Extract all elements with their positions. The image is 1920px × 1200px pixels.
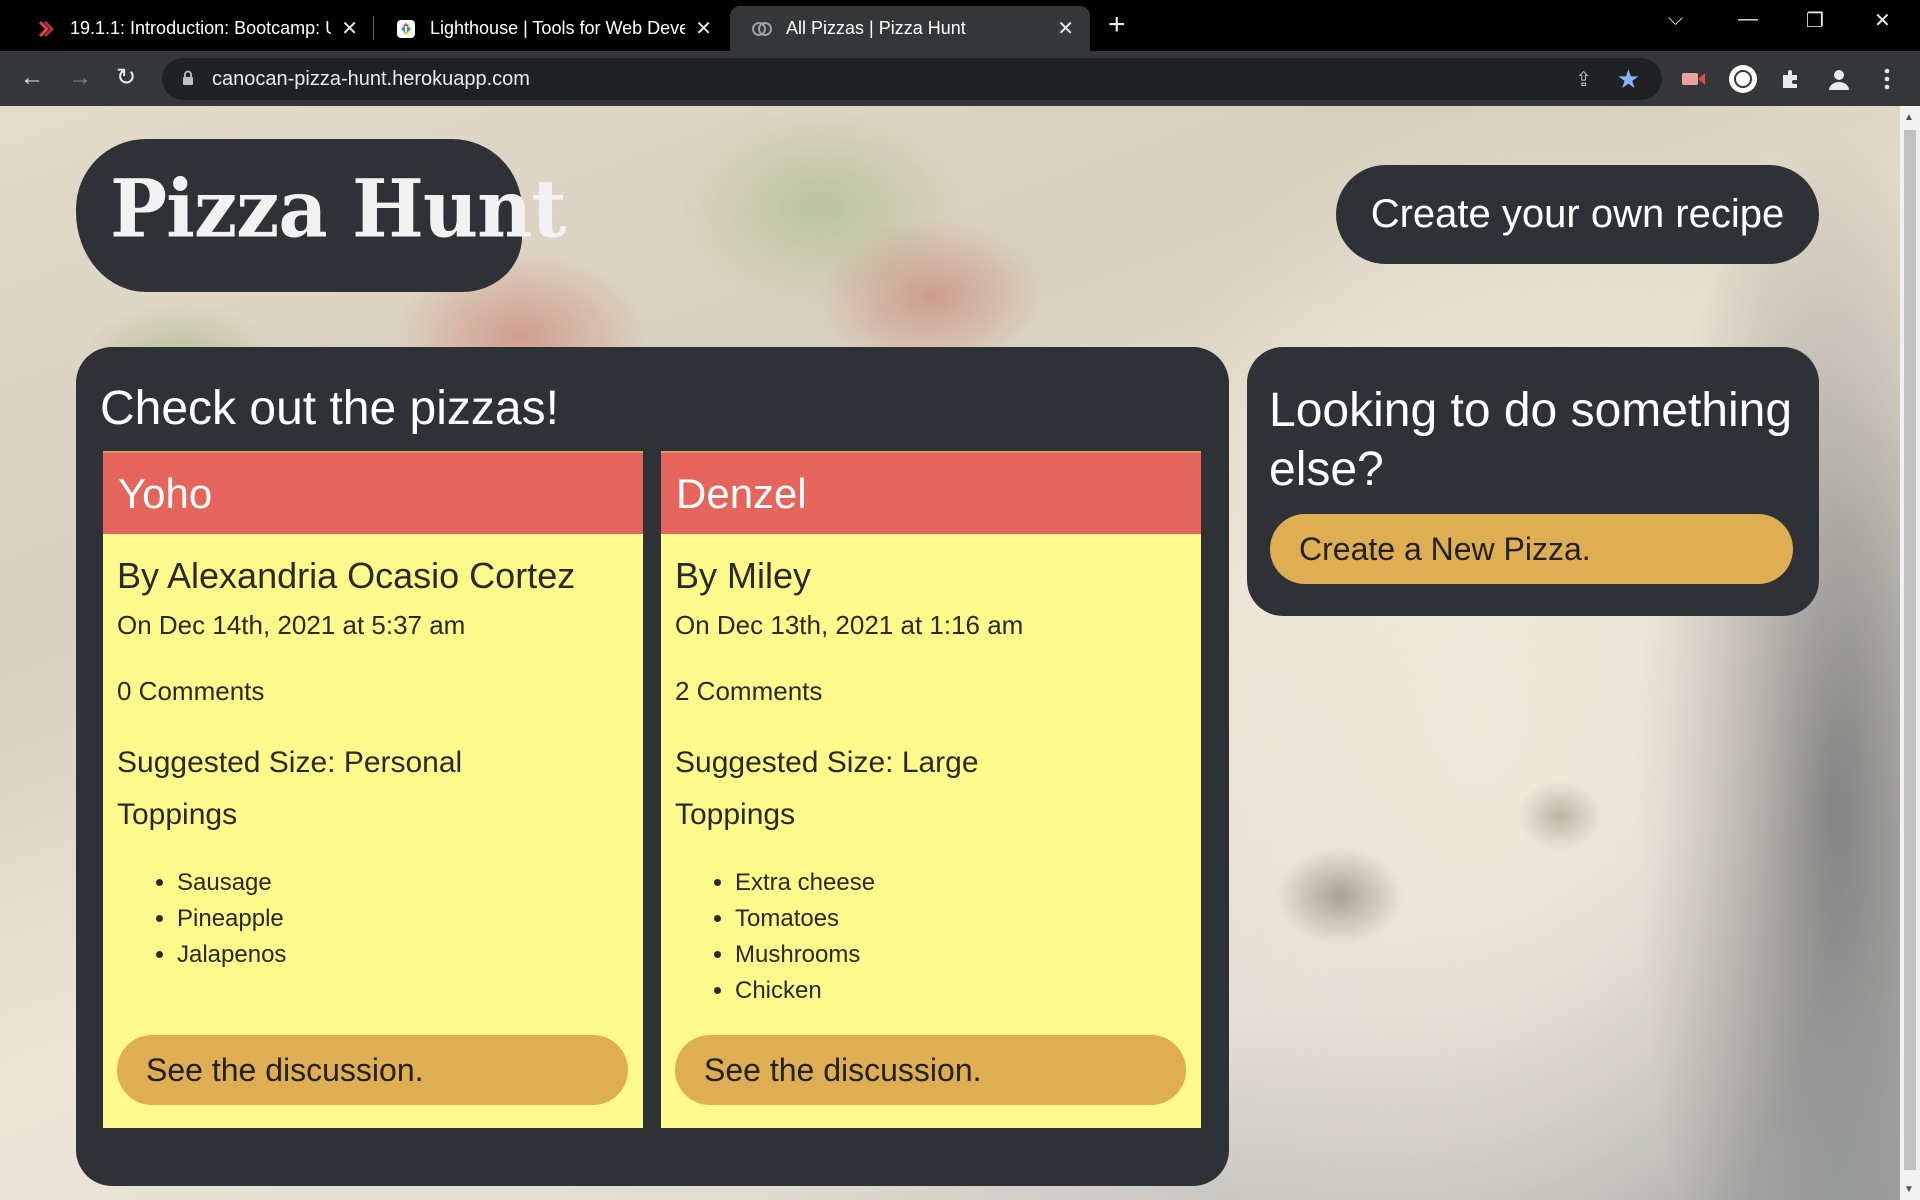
extensions-puzzle-icon[interactable] [1776, 64, 1806, 94]
forward-arrow-icon[interactable]: → [68, 63, 92, 93]
tab-strip: 19.1.1: Introduction: Bootcamp: UCB-VIRT… [0, 0, 1920, 51]
close-icon[interactable]: ✕ [695, 16, 712, 41]
pizza-date: On Dec 13th, 2021 at 1:16 am [675, 610, 1024, 640]
pizza-suggested-size: Suggested Size: Personal [117, 746, 463, 779]
pizza-card: Yoho By Alexandria Ocasio Cortez On Dec … [103, 451, 643, 1128]
bootcamp-icon [36, 19, 56, 39]
pizza-list-panel: Check out the pizzas! Yoho By Alexandria… [76, 347, 1229, 1186]
extension-icon[interactable] [1678, 64, 1708, 94]
pizza-comments-count: 0 Comments [117, 676, 265, 706]
site-logo[interactable]: Pizza Hunt [110, 162, 566, 255]
tab-bootcamp[interactable]: 19.1.1: Introduction: Bootcamp: UCB-VIRT… [14, 6, 374, 51]
tab-title: Lighthouse | Tools for Web Developers [430, 18, 686, 38]
toppings-heading: Toppings [675, 798, 796, 831]
pizza-comments-count: 2 Comments [675, 676, 823, 706]
topping-item: Mushrooms [735, 941, 875, 977]
side-panel: Looking to do something else? Create a N… [1247, 347, 1819, 616]
profile-icon[interactable] [1824, 64, 1854, 94]
tab-title: All Pizzas | Pizza Hunt [786, 18, 966, 38]
close-icon[interactable]: ✕ [341, 16, 358, 41]
minimize-icon[interactable]: — [1738, 8, 1758, 31]
scrollbar-thumb[interactable] [1904, 130, 1916, 1170]
topping-item: Chicken [735, 977, 875, 1013]
new-tab-plus-icon[interactable]: + [1108, 10, 1126, 40]
pizza-author: By Miley [675, 555, 812, 596]
pizza-card-header: Yoho [103, 451, 643, 534]
see-discussion-button[interactable]: See the discussion. [117, 1035, 628, 1105]
close-icon[interactable]: ✕ [1057, 16, 1074, 41]
tab-search-chevron-icon[interactable]: ⌵ [1668, 8, 1683, 31]
address-bar[interactable]: canocan-pizza-hunt.herokuapp.com ⇪ ★ [162, 58, 1662, 100]
browser-toolbar: ← → ↻ canocan-pizza-hunt.herokuapp.com ⇪… [0, 51, 1920, 106]
pizza-name: Denzel [676, 469, 807, 517]
tab-pizza-hunt[interactable]: All Pizzas | Pizza Hunt ✕ [730, 6, 1090, 51]
pizza-author: By Alexandria Ocasio Cortez [117, 555, 576, 596]
pizza-name: Yoho [118, 469, 213, 517]
toppings-list: Extra cheese Tomatoes Mushrooms Chicken [735, 869, 875, 1013]
topping-item: Extra cheese [735, 869, 875, 905]
page-scrollbar[interactable]: ▲ ▼ [1900, 106, 1920, 1200]
topping-item: Sausage [177, 869, 286, 905]
restore-icon[interactable]: ❐ [1806, 8, 1824, 33]
pizza-suggested-size: Suggested Size: Large [675, 746, 979, 779]
window-close-icon[interactable]: ✕ [1874, 8, 1891, 33]
share-icon[interactable]: ⇪ [1575, 67, 1592, 92]
topping-item: Jalapenos [177, 941, 286, 977]
topping-item: Pineapple [177, 905, 286, 941]
tab-lighthouse[interactable]: Lighthouse | Tools for Web Developers ✕ [374, 6, 728, 51]
tab-title: 19.1.1: Introduction: Bootcamp: UCB-VIRT… [70, 18, 331, 38]
topping-item: Tomatoes [735, 905, 875, 941]
extension-circle-icon[interactable] [1728, 64, 1758, 94]
lock-icon [183, 70, 193, 85]
scroll-up-arrow-icon[interactable]: ▲ [1904, 112, 1914, 123]
create-new-pizza-button[interactable]: Create a New Pizza. [1270, 514, 1793, 584]
bookmark-star-icon[interactable]: ★ [1617, 64, 1640, 95]
lighthouse-icon [396, 19, 416, 39]
reload-icon[interactable]: ↻ [116, 63, 136, 93]
see-discussion-button[interactable]: See the discussion. [675, 1035, 1186, 1105]
back-arrow-icon[interactable]: ← [20, 63, 44, 93]
page-title: Check out the pizzas! [100, 382, 559, 435]
create-recipe-button[interactable]: Create your own recipe [1336, 165, 1819, 264]
pizza-card-header: Denzel [661, 451, 1201, 534]
pizza-card: Denzel By Miley On Dec 13th, 2021 at 1:1… [661, 451, 1201, 1128]
pizza-date: On Dec 14th, 2021 at 5:37 am [117, 610, 466, 640]
page-viewport: Pizza Hunt Create your own recipe Check … [0, 106, 1900, 1200]
pizza-hunt-icon [752, 19, 772, 39]
scroll-down-arrow-icon[interactable]: ▼ [1904, 1184, 1914, 1195]
toppings-list: Sausage Pineapple Jalapenos [177, 869, 286, 977]
side-heading: Looking to do something else? [1269, 384, 1793, 496]
url-text: canocan-pizza-hunt.herokuapp.com [212, 68, 530, 90]
toppings-heading: Toppings [117, 798, 238, 831]
menu-kebab-icon[interactable] [1872, 64, 1902, 94]
